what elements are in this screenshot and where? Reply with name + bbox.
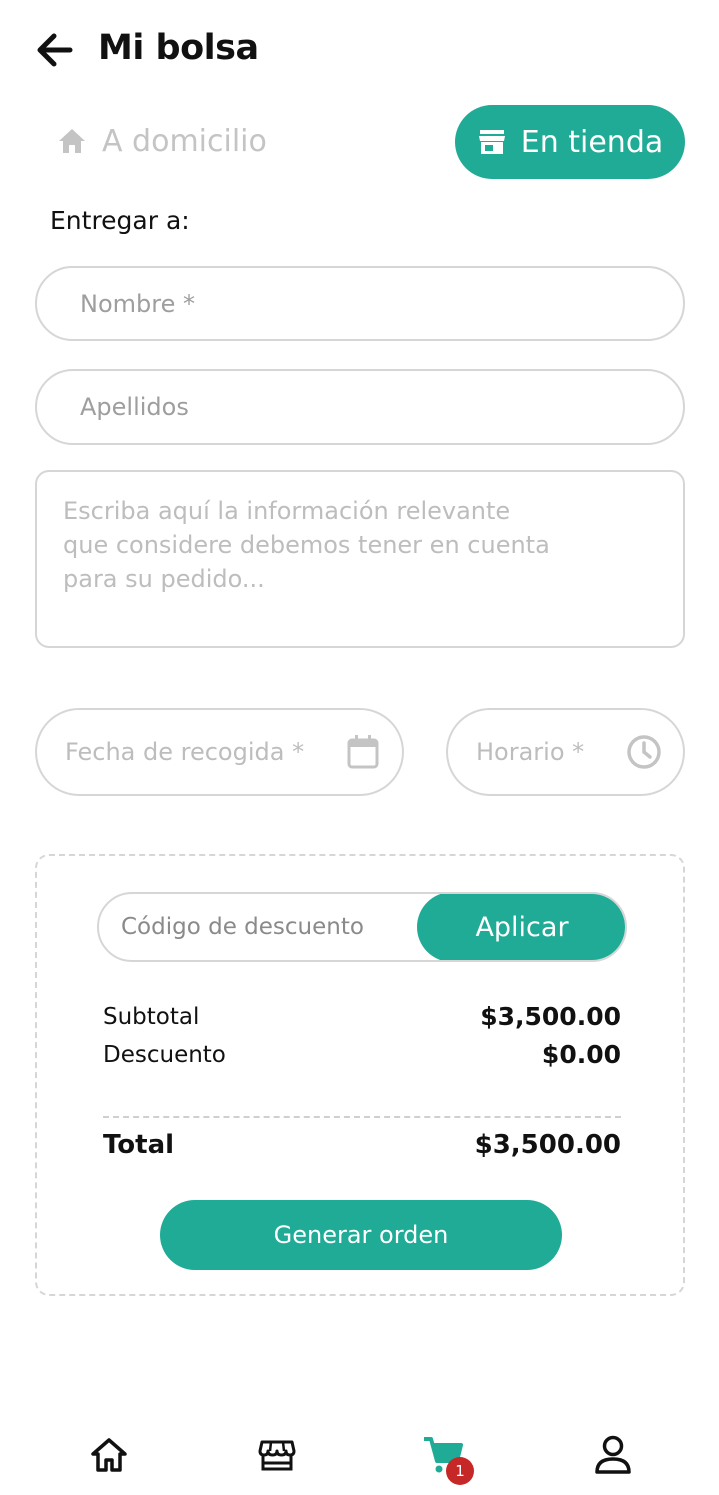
nav-home-button[interactable] xyxy=(84,1430,134,1480)
arrow-left-icon xyxy=(37,33,73,67)
delivery-mode-store-label: En tienda xyxy=(520,124,664,160)
order-notes-textarea[interactable] xyxy=(63,494,657,624)
clock-icon[interactable] xyxy=(625,733,663,771)
calendar-icon[interactable] xyxy=(344,733,382,771)
cart-count-badge: 1 xyxy=(446,1457,474,1485)
delivery-mode-store-tab[interactable]: En tienda xyxy=(455,105,685,179)
profile-icon xyxy=(595,1435,631,1474)
order-summary-card: Aplicar Subtotal $3,500.00 Descuento $0.… xyxy=(35,854,685,1296)
delivery-mode-home-label: A domicilio xyxy=(102,123,267,159)
nav-cart-button[interactable]: 1 xyxy=(418,1430,474,1485)
subtotal-row: Subtotal $3,500.00 xyxy=(103,1002,621,1031)
last-name-input[interactable] xyxy=(80,393,683,421)
pickup-date-input[interactable] xyxy=(65,738,344,766)
total-label: Total xyxy=(103,1130,175,1160)
first-name-field-wrapper xyxy=(35,266,685,341)
summary-divider xyxy=(103,1116,621,1118)
first-name-input[interactable] xyxy=(80,289,683,318)
delivery-mode-home-tab[interactable]: A domicilio xyxy=(56,118,267,164)
nav-profile-button[interactable] xyxy=(588,1430,638,1480)
apply-coupon-button[interactable]: Aplicar xyxy=(417,894,625,960)
store-icon xyxy=(478,130,505,154)
page-title: Mi bolsa xyxy=(98,28,259,68)
subtotal-value: $3,500.00 xyxy=(480,1002,621,1031)
pickup-time-input[interactable] xyxy=(476,738,625,766)
total-value: $3,500.00 xyxy=(474,1130,621,1160)
coupon-input[interactable] xyxy=(121,894,411,960)
subtotal-label: Subtotal xyxy=(103,1003,200,1030)
home-icon xyxy=(91,1438,127,1472)
nav-store-button[interactable] xyxy=(252,1430,302,1480)
coupon-field: Aplicar xyxy=(97,892,627,962)
order-notes-wrapper xyxy=(35,470,685,648)
home-icon xyxy=(59,129,85,153)
bottom-navigation: 1 xyxy=(0,1410,719,1495)
total-row: Total $3,500.00 xyxy=(103,1130,621,1160)
pickup-date-field-wrapper xyxy=(35,708,404,796)
store-icon xyxy=(258,1440,296,1471)
discount-value: $0.00 xyxy=(541,1040,621,1069)
app-header: Mi bolsa xyxy=(0,0,719,100)
deliver-to-label: Entregar a: xyxy=(50,206,190,235)
generate-order-button[interactable]: Generar orden xyxy=(160,1200,562,1270)
last-name-field-wrapper xyxy=(35,369,685,445)
discount-row: Descuento $0.00 xyxy=(103,1040,621,1069)
back-button[interactable] xyxy=(34,30,74,70)
discount-label: Descuento xyxy=(103,1041,226,1068)
pickup-time-field-wrapper xyxy=(446,708,685,796)
